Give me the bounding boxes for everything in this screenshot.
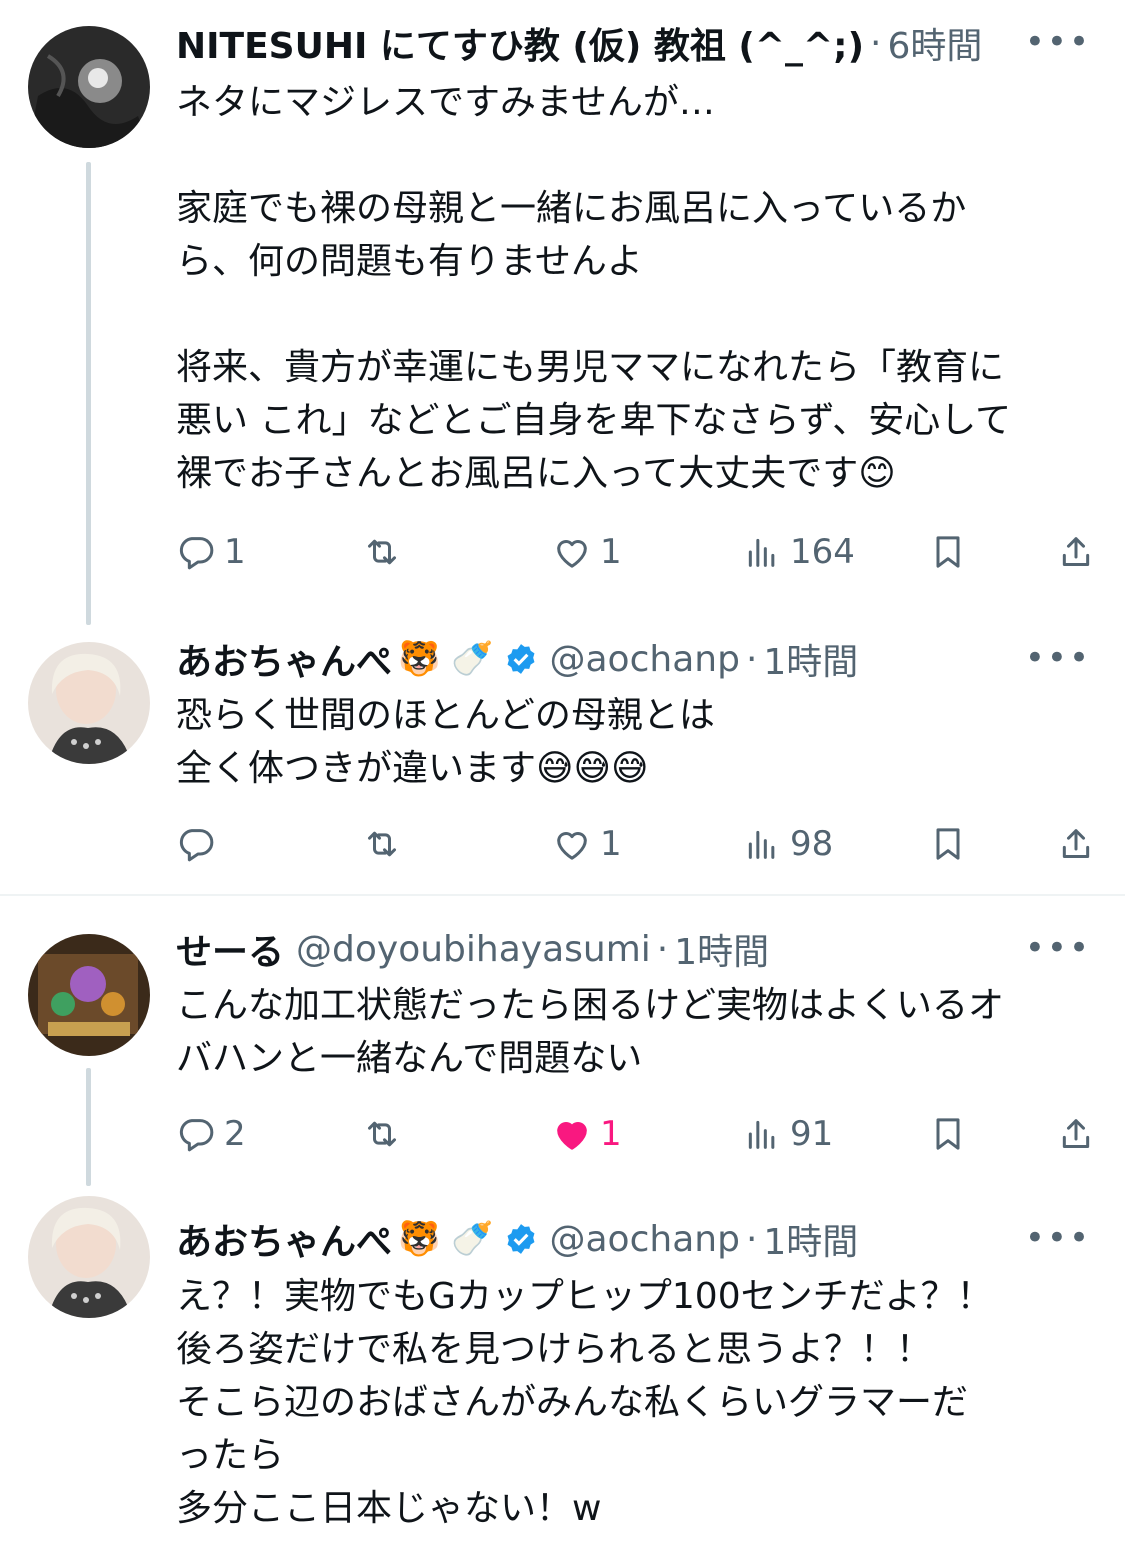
- handle[interactable]: @aochanp: [550, 1219, 740, 1260]
- display-name[interactable]: あおちゃんぺ: [176, 633, 392, 685]
- timestamp[interactable]: 1時間: [763, 633, 858, 685]
- name-emoji: 🐯 🍼: [398, 639, 494, 679]
- tweet-text: え？！実物でもGカップヒップ100センチだよ？！ 後ろ姿だけで私を見つけられると…: [176, 1276, 993, 1529]
- views-button[interactable]: 91: [742, 1106, 833, 1162]
- reply-button[interactable]: 1: [176, 524, 246, 580]
- tweet-2[interactable]: あおちゃんぺ 🐯 🍼 @aochanp · 1時間 ••• 恐らく世間のほとんど…: [0, 625, 1125, 895]
- bookmark-button[interactable]: [928, 816, 968, 872]
- views-count: 164: [790, 532, 855, 572]
- like-count: 1: [600, 1114, 622, 1154]
- retweet-button[interactable]: [362, 1106, 410, 1162]
- tweet-header: あおちゃんぺ 🐯 🍼 @aochanp · 1時間 •••: [176, 633, 1101, 685]
- tweet-text: 恐らく世間のほとんどの母親とは 全く体つきが違います😅😅😅: [176, 695, 715, 789]
- like-icon: [557, 1122, 587, 1150]
- bookmark-icon: [936, 536, 960, 568]
- tweet-4[interactable]: あおちゃんぺ 🐯 🍼 @aochanp · 1時間 ••• え？！実物でもGカッ…: [0, 1186, 1125, 1548]
- tweet-text: ネタにマジレスですみませんが… 家庭でも裸の母親と一緒にお風呂に入っているか ら…: [176, 82, 1012, 494]
- display-name[interactable]: せーる: [176, 923, 284, 975]
- more-icon[interactable]: •••: [1025, 1218, 1091, 1258]
- views-count: 91: [790, 1114, 834, 1154]
- tweet-header: せーる @doyoubihayasumi · 1時間 •••: [176, 923, 1101, 975]
- tweet-1[interactable]: NITESUHI にてすひ教 (仮) 教祖 (^_^;) · 6時間 ••• ネ…: [0, 0, 1125, 625]
- views-icon: [748, 830, 775, 859]
- bookmark-button[interactable]: [928, 524, 968, 580]
- retweet-icon: [368, 539, 396, 565]
- reply-button[interactable]: 2: [176, 1106, 246, 1162]
- like-count: 1: [600, 824, 622, 864]
- reply-count: 1: [224, 532, 246, 572]
- more-icon[interactable]: •••: [1025, 638, 1091, 678]
- views-icon: [748, 538, 775, 567]
- like-button[interactable]: 1: [552, 1106, 622, 1162]
- more-icon[interactable]: •••: [1025, 22, 1091, 62]
- retweet-button[interactable]: [362, 816, 410, 872]
- share-icon: [1062, 1119, 1090, 1148]
- reply-icon: [179, 537, 214, 570]
- views-icon: [748, 1120, 775, 1149]
- like-count: 1: [600, 532, 622, 572]
- avatar[interactable]: [28, 642, 150, 764]
- reply-button[interactable]: [176, 816, 224, 872]
- avatar[interactable]: [28, 1196, 150, 1318]
- separator-dot: ·: [656, 928, 669, 970]
- share-button[interactable]: [1056, 1106, 1096, 1162]
- tweet-3[interactable]: せーる @doyoubihayasumi · 1時間 ••• こんな加工状態だっ…: [0, 896, 1125, 1186]
- views-button[interactable]: 98: [742, 816, 833, 872]
- tweet-text: こんな加工状態だったら困るけど実物はよくいるオ バハンと一緒なんで問題ない: [176, 985, 1005, 1079]
- share-button[interactable]: [1056, 816, 1096, 872]
- handle[interactable]: @aochanp: [550, 639, 740, 680]
- retweet-icon: [368, 831, 396, 857]
- separator-dot: ·: [870, 22, 882, 64]
- tweet-header: あおちゃんぺ 🐯 🍼 @aochanp · 1時間 •••: [176, 1213, 1101, 1265]
- display-name[interactable]: あおちゃんぺ: [176, 1213, 392, 1265]
- more-icon[interactable]: •••: [1025, 928, 1091, 968]
- bookmark-icon: [936, 1118, 960, 1150]
- action-bar: 1 98: [176, 816, 1096, 872]
- reply-icon: [179, 829, 214, 862]
- retweet-button[interactable]: [362, 524, 410, 580]
- verified-icon: [507, 644, 534, 674]
- handle[interactable]: @doyoubihayasumi: [296, 929, 651, 970]
- action-bar: 1 1 164: [176, 524, 1096, 580]
- separator-dot: ·: [745, 638, 758, 680]
- views-button[interactable]: 164: [742, 524, 855, 580]
- thread-line: [86, 162, 91, 625]
- retweet-icon: [368, 1121, 396, 1147]
- timestamp[interactable]: 1時間: [674, 923, 769, 975]
- bookmark-icon: [936, 828, 960, 860]
- thread-line: [86, 1068, 91, 1186]
- avatar[interactable]: [28, 26, 150, 148]
- like-icon: [557, 832, 587, 860]
- display-name[interactable]: NITESUHI にてすひ教 (仮) 教祖 (^_^;): [176, 17, 864, 69]
- views-count: 98: [790, 824, 834, 864]
- avatar[interactable]: [28, 934, 150, 1056]
- reply-count: 2: [224, 1114, 246, 1154]
- verified-icon: [507, 1224, 534, 1254]
- like-icon: [557, 540, 587, 568]
- reply-icon: [179, 1119, 214, 1152]
- like-button[interactable]: 1: [552, 816, 622, 872]
- tweet-header: NITESUHI にてすひ教 (仮) 教祖 (^_^;) · 6時間 •••: [176, 17, 1101, 69]
- name-emoji: 🐯 🍼: [398, 1219, 494, 1259]
- share-button[interactable]: [1056, 524, 1096, 580]
- timestamp[interactable]: 6時間: [887, 17, 982, 69]
- separator-dot: ·: [745, 1218, 758, 1260]
- share-icon: [1062, 829, 1090, 858]
- bookmark-button[interactable]: [928, 1106, 968, 1162]
- action-bar: 2 1 91: [176, 1106, 1096, 1162]
- timestamp[interactable]: 1時間: [763, 1213, 858, 1265]
- share-icon: [1062, 537, 1090, 566]
- like-button[interactable]: 1: [552, 524, 622, 580]
